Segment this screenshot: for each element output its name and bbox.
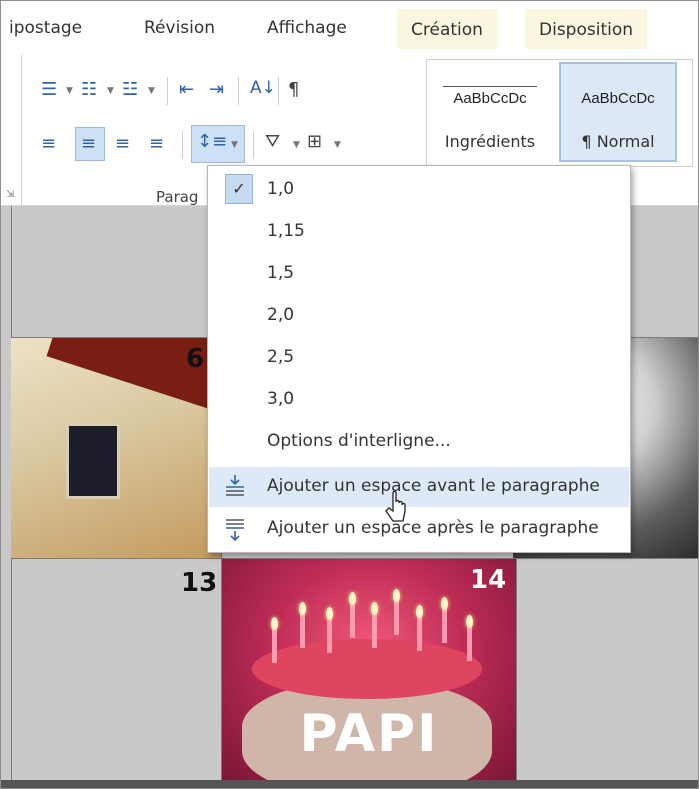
space-before-icon — [226, 475, 244, 496]
day-number: 13 — [181, 568, 218, 598]
menu-item-label: 1,5 — [267, 263, 295, 283]
decrease-indent-icon[interactable]: ⇤ — [179, 79, 194, 101]
style-normal[interactable]: AaBbCcDc ¶ Normal — [559, 62, 677, 162]
check-icon: ✓ — [225, 174, 253, 204]
dialog-launcher-icon[interactable]: ⇲ — [6, 189, 14, 200]
menu-item-spacing[interactable]: ✓ 1,0 — [209, 170, 629, 210]
menu-item-spacing[interactable]: 1,5 — [209, 254, 629, 294]
candle — [350, 604, 355, 638]
shading-icon[interactable]: ⛛ — [265, 131, 280, 153]
candle — [300, 614, 305, 648]
flame — [349, 592, 356, 605]
flame — [416, 605, 423, 618]
candle — [394, 601, 399, 635]
candle — [417, 617, 422, 651]
flame — [299, 602, 306, 615]
style-name: Ingrédients — [444, 132, 536, 151]
align-center-icon[interactable]: ≡ — [81, 133, 96, 155]
flame — [393, 589, 400, 602]
day-number: 6 — [186, 344, 205, 374]
separator — [182, 131, 183, 159]
style-ingredients[interactable]: AaBbCcDc Ingrédients — [433, 64, 547, 160]
multilevel-list-icon[interactable]: ☳ — [122, 79, 138, 101]
separator — [167, 77, 168, 105]
menu-item-label: Ajouter un espace après le paragraphe — [267, 518, 599, 538]
borders-icon[interactable]: ⊞ — [307, 131, 322, 153]
ribbon-tabs: ipostage Révision Affichage Création Dis… — [1, 1, 698, 55]
menu-item-label: 1,15 — [267, 221, 305, 241]
candle — [372, 614, 377, 648]
cake-top — [252, 639, 482, 699]
style-name: ¶ Normal — [581, 132, 655, 151]
candle — [272, 629, 277, 663]
candle — [442, 609, 447, 643]
day-number: 14 — [470, 565, 507, 595]
paragraph-group-label: Parag — [156, 188, 199, 206]
justify-icon[interactable]: ≡ — [149, 133, 164, 155]
style-sample: AaBbCcDc — [581, 90, 655, 107]
increase-indent-icon[interactable]: ⇥ — [209, 79, 224, 101]
menu-item-add-space-after[interactable]: Ajouter un espace après le paragraphe — [209, 509, 629, 549]
cake-photo: 14 PAPI — [222, 559, 516, 781]
bullets-icon[interactable]: ☰ — [41, 79, 57, 101]
style-sample: AaBbCcDc — [453, 90, 527, 107]
menu-item-spacing[interactable]: 2,5 — [209, 338, 629, 378]
menu-item-label: Options d'interligne... — [267, 431, 451, 451]
tab-revision[interactable]: Révision — [144, 18, 215, 38]
chevron-down-icon[interactable]: ▼ — [293, 140, 300, 150]
menu-item-add-space-before[interactable]: Ajouter un espace avant le paragraphe — [209, 467, 629, 507]
menu-item-label: 2,0 — [267, 305, 295, 325]
tab-creation[interactable]: Création — [397, 9, 497, 49]
chevron-down-icon[interactable]: ▼ — [107, 86, 114, 96]
line-spacing-menu: ✓ 1,0 1,15 1,5 2,0 2,5 3,0 Options d'int… — [207, 165, 631, 553]
tab-affichage[interactable]: Affichage — [267, 18, 347, 38]
menu-item-label: Ajouter un espace avant le paragraphe — [267, 476, 600, 496]
menu-item-label: 3,0 — [267, 389, 295, 409]
flame — [466, 615, 473, 628]
candle — [327, 619, 332, 653]
menu-item-spacing[interactable]: 3,0 — [209, 380, 629, 420]
chevron-down-icon[interactable]: ▼ — [66, 86, 73, 96]
align-right-icon[interactable]: ≡ — [115, 133, 130, 155]
separator — [278, 77, 279, 105]
menu-item-options[interactable]: Options d'interligne... — [209, 422, 629, 462]
separator — [253, 131, 254, 159]
align-left-icon[interactable]: ≡ — [41, 133, 56, 155]
tab-disposition[interactable]: Disposition — [525, 9, 648, 49]
chevron-down-icon[interactable]: ▼ — [148, 86, 155, 96]
menu-item-label: 1,0 — [267, 179, 295, 199]
flame — [326, 607, 333, 620]
menu-item-spacing[interactable]: 1,15 — [209, 212, 629, 252]
window — [66, 423, 120, 499]
group-separator — [21, 55, 22, 205]
separator — [238, 77, 239, 105]
mouse-pointer-icon — [385, 491, 406, 522]
pilcrow-icon[interactable]: ¶ — [288, 79, 299, 101]
space-after-icon — [226, 519, 244, 542]
flame — [371, 602, 378, 615]
line-spacing-icon[interactable]: ↕≡ — [197, 131, 227, 153]
flame — [441, 597, 448, 610]
menu-item-spacing[interactable]: 2,0 — [209, 296, 629, 336]
numbering-icon[interactable]: ☷ — [81, 79, 97, 101]
chevron-down-icon[interactable]: ▼ — [231, 140, 238, 150]
window-frame: ipostage Révision Affichage Création Dis… — [0, 0, 699, 789]
tab-publipostage[interactable]: ipostage — [9, 18, 82, 38]
candle — [467, 627, 472, 661]
cake-text: PAPI — [299, 704, 439, 764]
chevron-down-icon[interactable]: ▼ — [334, 140, 341, 150]
next-row-photos — [1, 780, 698, 788]
menu-item-label: 2,5 — [267, 347, 295, 367]
sort-icon[interactable]: A↓ — [250, 77, 276, 99]
styles-gallery: AaBbCcDc Ingrédients AaBbCcDc ¶ Normal — [426, 59, 693, 167]
flame — [271, 617, 278, 630]
